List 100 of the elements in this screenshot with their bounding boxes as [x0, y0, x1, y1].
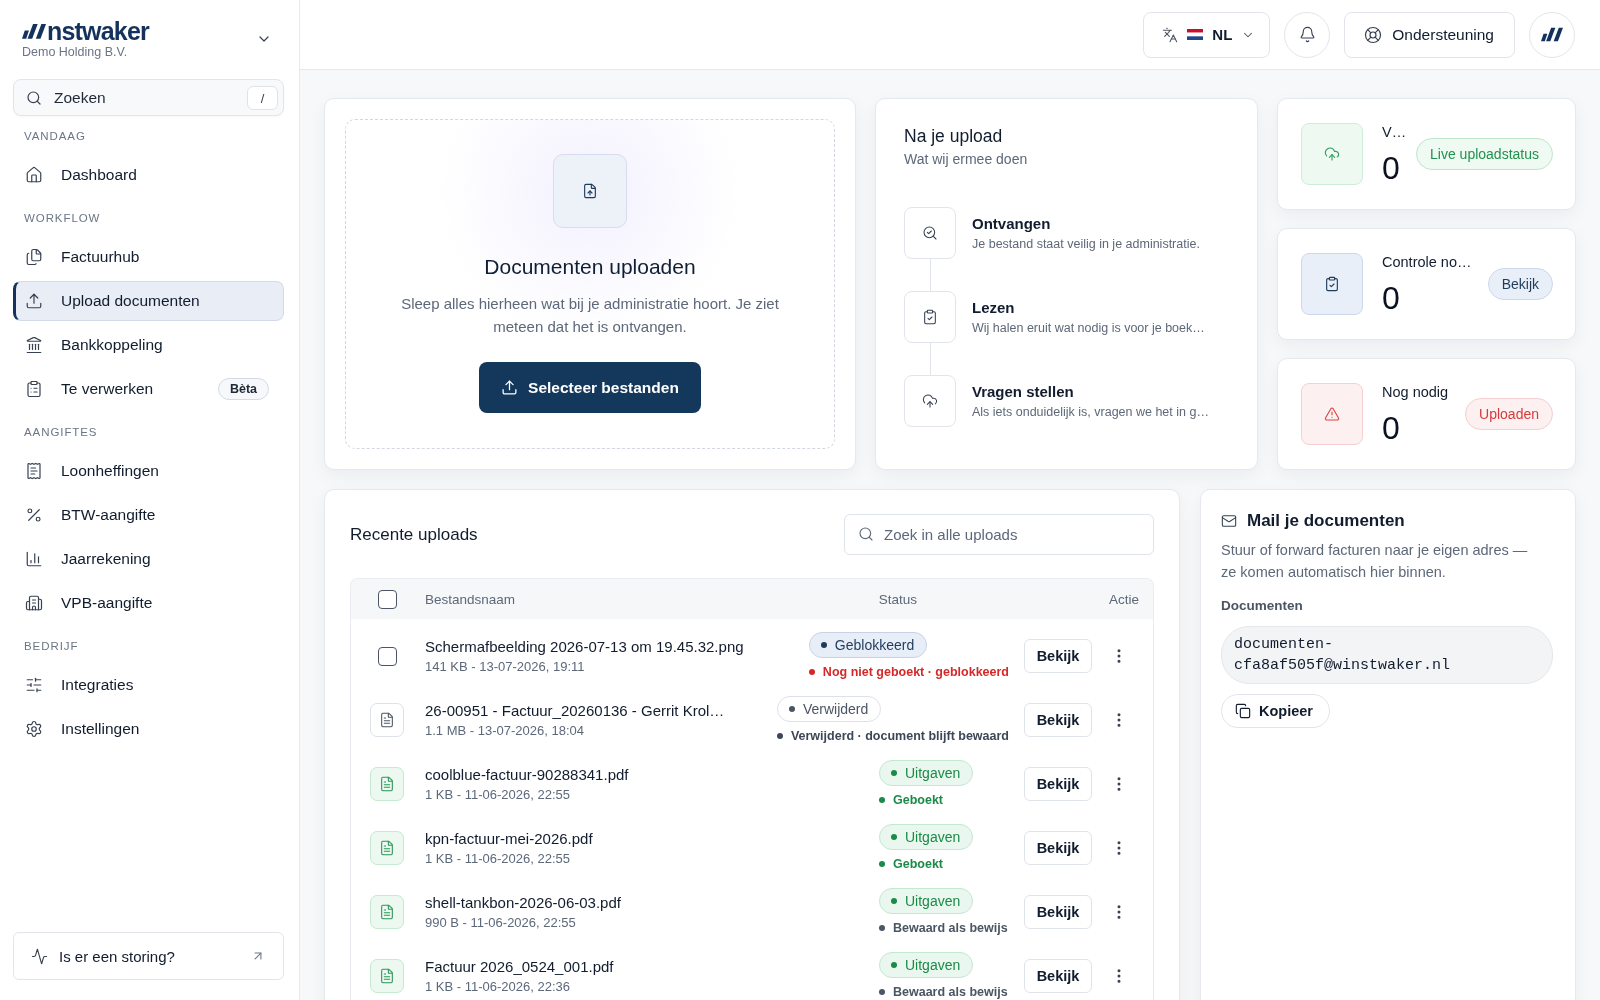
column-header: Actie — [1109, 591, 1139, 607]
nav-item[interactable]: Factuurhub — [13, 237, 284, 277]
nav-item[interactable]: Bankkoppeling — [13, 325, 284, 365]
stat-action-button[interactable]: Bekijk — [1487, 268, 1553, 300]
nav-item[interactable]: Integraties — [13, 665, 284, 705]
clipboard-check-icon — [904, 291, 956, 343]
status-dot-icon — [879, 989, 885, 995]
house-icon — [25, 166, 43, 184]
card-description: Stuur of forward facturen naar je eigen adres — ze komen automatisch hier binnen. — [1221, 541, 1529, 582]
view-button[interactable]: Bekijk — [1024, 895, 1092, 929]
status-link[interactable]: Is er een storing? — [13, 932, 284, 980]
upload-icon — [501, 379, 519, 396]
status-dot-icon — [820, 642, 827, 648]
column-header: Status — [878, 591, 917, 607]
cloud-upload-icon — [1301, 123, 1363, 185]
netherlands-flag-icon — [1187, 29, 1204, 40]
nav-item[interactable]: Te verwerken Bèta — [13, 369, 284, 409]
view-button[interactable]: Bekijk — [1024, 639, 1092, 673]
logo-mark-icon — [22, 22, 46, 40]
clipboard-list-icon — [25, 380, 43, 398]
view-button[interactable]: Bekijk — [1024, 959, 1092, 993]
stat-action-button[interactable]: Uploaden — [1465, 398, 1553, 430]
section-label: VANDAAG — [24, 129, 87, 144]
card-title: Na je upload — [904, 125, 1004, 147]
section-label: BEDRIJF — [24, 639, 80, 654]
search-check-icon — [904, 207, 956, 259]
status-dot-icon — [879, 797, 885, 803]
file-meta: 1 KB - 11-06-2026, 22:55 — [425, 851, 572, 867]
nav-item[interactable]: Upload documenten — [13, 281, 284, 321]
status-label: Verwijderd — [802, 701, 869, 717]
settings-icon — [25, 720, 43, 738]
bank-icon — [25, 336, 43, 354]
language-selector[interactable]: NL — [1143, 11, 1271, 58]
stat-value: 0 — [1382, 409, 1401, 446]
stat-label: Nog nodig — [1382, 382, 1450, 401]
nav-item[interactable]: Jaarrekening — [13, 539, 284, 579]
checkbox[interactable] — [377, 589, 397, 609]
section-label: AANGIFTES — [24, 425, 99, 440]
drop-zone[interactable]: Documenten uploaden Sleep alles hierheen wat bij je administratie hoort. Je ziet meteen dat het is ontvangen. Selecteer bestanden — [345, 119, 835, 449]
view-button[interactable]: Bekijk — [1024, 831, 1092, 865]
pulse-icon — [31, 947, 48, 965]
email-address-field[interactable]: documenten-cfa8af505f@winstwaker.nl — [1221, 626, 1553, 684]
account-button[interactable] — [1529, 11, 1575, 58]
card-description: Sleep alles hierheen wat bij je administratie hoort. Je ziet meteen dat het is ontvangen. — [400, 294, 780, 337]
document-icon — [370, 767, 404, 801]
file-meta: 1 KB - 11-06-2026, 22:36 — [425, 979, 572, 995]
file-upload-icon — [553, 154, 627, 228]
status-label: Uitgaven — [905, 893, 961, 909]
status-label: Uitgaven — [905, 957, 961, 973]
stat-label: Controle no… — [1382, 252, 1473, 271]
status-dot-icon — [891, 770, 897, 776]
brand-name: nstwaker — [47, 18, 149, 44]
support-button[interactable]: Ondersteuning — [1344, 11, 1515, 58]
step-description: Je bestand staat veilig in je administratie. — [972, 236, 1200, 252]
card-title: Recente uploads — [350, 523, 478, 546]
file-meta: 1.1 MB - 13-07-2026, 18:04 — [425, 723, 585, 739]
nav-item[interactable]: VPB-aangifte — [13, 583, 284, 623]
percent-icon — [25, 506, 43, 524]
stat-action-button[interactable]: Live uploadstatus — [1416, 138, 1553, 170]
nav-item[interactable]: Dashboard — [13, 155, 284, 195]
status-dot-icon — [776, 733, 783, 739]
stat-value: 0 — [1382, 279, 1401, 316]
translate-icon — [1162, 26, 1179, 43]
checkbox[interactable] — [377, 646, 397, 666]
search-icon — [26, 90, 42, 106]
file-name: shell-tankbon-2026-06-03.pdf — [425, 893, 622, 912]
status-dot-icon — [891, 962, 897, 968]
status-note: Verwijderd · document blijft bewaard — [790, 728, 1009, 744]
document-icon — [370, 703, 404, 737]
step-title: Lezen — [972, 299, 1016, 317]
nav-item[interactable]: Instellingen — [13, 709, 284, 749]
mail-icon — [1221, 513, 1237, 529]
beta-badge: Bèta — [217, 378, 269, 400]
stat-value: 0 — [1382, 149, 1401, 186]
status-dot-icon — [891, 834, 897, 840]
view-button[interactable]: Bekijk — [1024, 703, 1092, 737]
document-icon — [370, 831, 404, 865]
upload-icon — [25, 292, 43, 310]
lifebuoy-icon — [1364, 25, 1383, 44]
step-title: Ontvangen — [972, 215, 1052, 233]
nav-item[interactable]: BTW-aangifte — [13, 495, 284, 535]
search-field[interactable]: Zoek in alle uploads — [844, 514, 1154, 555]
clipboard-check-icon — [1301, 253, 1363, 315]
status-dot-icon — [879, 861, 885, 867]
file-meta: 990 B - 11-06-2026, 22:55 — [425, 915, 577, 931]
document-icon — [370, 895, 404, 929]
shortcut-key: / — [247, 86, 278, 110]
select-files-button[interactable]: Selecteer bestanden — [479, 362, 701, 413]
step-description: Wij halen eruit wat nodig is voor je boek… — [972, 320, 1205, 336]
copy-button[interactable]: Kopieer — [1221, 694, 1330, 728]
receipt-icon — [25, 462, 43, 480]
status-note: Geboekt — [893, 856, 943, 872]
files-icon — [25, 248, 43, 266]
status-note: Geboekt — [893, 792, 943, 808]
file-meta: 141 KB - 13-07-2026, 19:11 — [425, 659, 586, 675]
status-note: Bewaard als bewijs — [893, 984, 1008, 1000]
view-button[interactable]: Bekijk — [1024, 767, 1092, 801]
nav-item[interactable]: Loonheffingen — [13, 451, 284, 491]
company-name: Demo Holding B.V. — [22, 45, 129, 60]
warning-icon — [1301, 383, 1363, 445]
